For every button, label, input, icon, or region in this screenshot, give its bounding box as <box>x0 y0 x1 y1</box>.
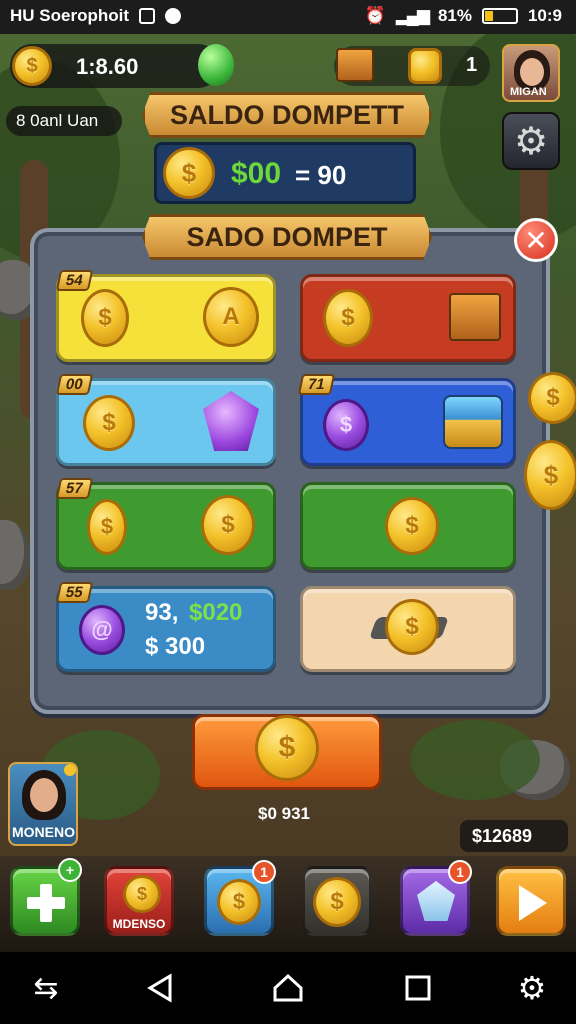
tile-7-value-line2: $ 300 <box>145 633 206 660</box>
coin-icon: $ <box>81 289 129 347</box>
collect-button[interactable]: $ <box>192 714 382 790</box>
coin-balance: 1:8.60 <box>76 54 139 79</box>
coin-icon-large: $ <box>201 495 255 555</box>
bottom-dock <box>0 856 576 952</box>
coin-icon: $ <box>217 879 261 925</box>
tile-7-value-white: 93, <box>145 599 179 626</box>
gem-stack-icon <box>443 395 503 449</box>
switch-icon[interactable]: ⇆ <box>26 968 66 1008</box>
gift-icon <box>203 391 259 451</box>
diamond-icon <box>417 881 455 921</box>
floating-coin-icon: $ <box>528 372 576 424</box>
panel-title: SADO DOMPET <box>186 222 388 252</box>
coin-icon: $ <box>385 497 439 555</box>
home-icon[interactable] <box>268 968 308 1008</box>
coin-icon: $ <box>87 499 127 555</box>
coins-badge: 1 <box>252 860 276 884</box>
player-name: MIGAN <box>510 86 547 98</box>
app-icon <box>165 8 181 24</box>
tile-5-tag: 57 <box>55 478 93 499</box>
player-avatar[interactable]: MIGAN <box>502 44 560 102</box>
collect-amount: $0 931 <box>258 804 310 823</box>
wallet-balance-box: $ $00 = 90 <box>154 142 416 204</box>
recents-icon[interactable] <box>398 968 438 1008</box>
coin-icon: $ <box>255 715 319 781</box>
tile-4-tag: 71 <box>297 374 335 395</box>
coin-icon: $ <box>323 289 373 347</box>
reward-tile-8[interactable]: $ <box>300 586 516 672</box>
crate-icon <box>449 293 501 341</box>
battery-icon <box>481 8 518 24</box>
coin-icon: $ <box>313 877 361 927</box>
wallet-coin-icon: $ <box>163 147 215 199</box>
close-icon[interactable]: ✕ <box>514 218 558 262</box>
online-dot <box>64 764 76 776</box>
play-button[interactable] <box>496 866 566 936</box>
bottom-balance: $12689 <box>472 826 533 846</box>
settings-gear-icon[interactable]: ⚙ <box>502 112 560 170</box>
notification-icon <box>139 8 155 24</box>
battery-percent: 81% <box>437 6 472 25</box>
purple-candy-icon: @ <box>79 605 125 655</box>
left-info-label: 8 0anl Uan <box>6 106 122 136</box>
coin-icon: $ <box>12 46 52 86</box>
reward-tile-6[interactable]: $ <box>300 482 516 570</box>
reward-tile-2[interactable]: $ <box>300 274 516 362</box>
clock: 10:9 <box>527 6 562 25</box>
coin-icon: $ <box>83 395 135 451</box>
coin-stack-icon: $ <box>123 875 161 913</box>
purple-coin-icon: $ <box>323 399 369 451</box>
settings-icon[interactable]: ⚙ <box>512 968 552 1008</box>
coin-balance-pill[interactable]: $ 1:8.60 <box>10 44 220 88</box>
crate-icon <box>336 48 374 82</box>
status-bar: HU Soerophoit ⏰ ▂▄▆ 81% 10:9 <box>0 0 576 34</box>
bottom-balance-pill: $12689 <box>460 820 568 852</box>
left-info-text: 8 0anl Uan <box>16 111 99 130</box>
floating-coin-icon: $ <box>524 440 576 510</box>
coin-icon: $ <box>385 599 439 655</box>
wallet-amount-white: = 90 <box>295 160 347 190</box>
play-icon <box>519 885 547 921</box>
plus-badge-icon: + <box>58 858 82 882</box>
carrier-label: HU Soerophoit <box>10 6 129 25</box>
tile-1-tag: 54 <box>55 270 93 291</box>
tile-7-value-green: $020 <box>189 599 243 626</box>
shop-label: MDENSO <box>112 917 166 931</box>
gems-badge: 1 <box>448 860 472 884</box>
wallet-banner-title: SALDO DOMPETT <box>170 100 404 130</box>
wallet-amount-green: $00 <box>231 157 282 190</box>
signal-icon: ▂▄▆ <box>395 6 430 25</box>
shop-button[interactable]: $ MDENSO <box>104 866 174 936</box>
coin-tag-icon: A <box>203 287 259 347</box>
alarm-icon: ⏰ <box>364 6 386 25</box>
wallet-banner: SALDO DOMPETT <box>142 92 432 138</box>
panel-title-banner: SADO DOMPET <box>142 214 432 260</box>
tile-7-tag: 55 <box>55 582 93 603</box>
back-icon[interactable] <box>140 968 180 1008</box>
coin-stack-icon <box>408 48 442 84</box>
crate-count: 1 <box>466 54 478 76</box>
green-gem-icon[interactable] <box>198 44 234 86</box>
crate-counter[interactable]: 1 <box>334 46 490 86</box>
tile-3-tag: 00 <box>55 374 93 395</box>
gold-button[interactable]: $ <box>302 866 372 936</box>
reward-tile-4[interactable]: $ <box>300 378 516 466</box>
profile-name: MONENO <box>12 824 75 840</box>
